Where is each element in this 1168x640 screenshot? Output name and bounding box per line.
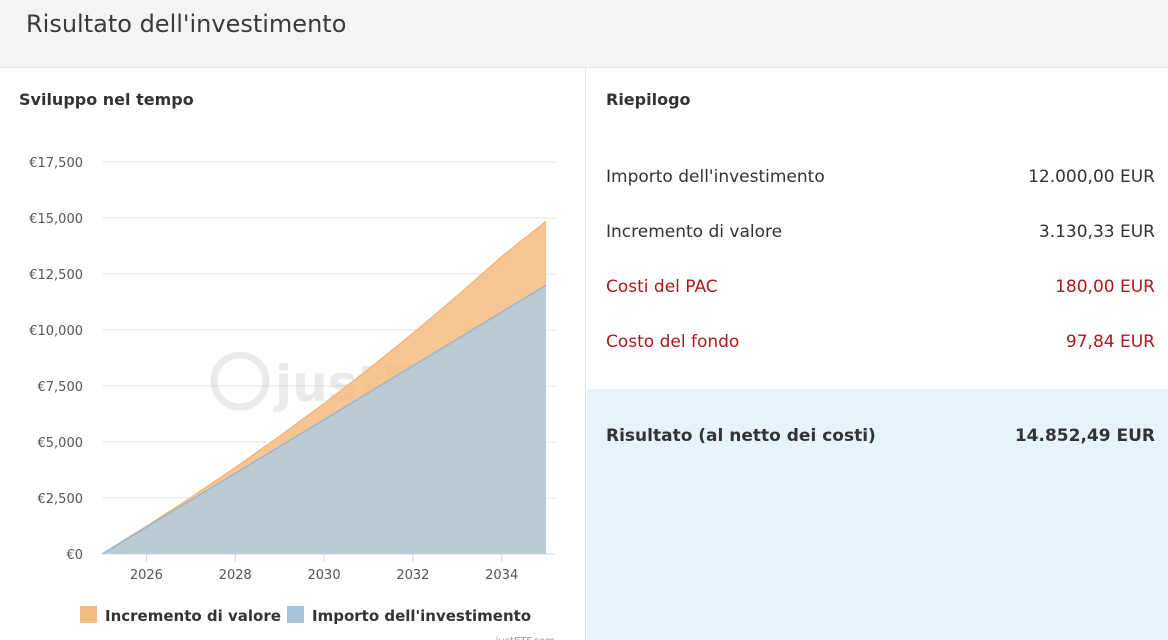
- result-row: Risultato (al netto dei costi) 14.852,49…: [606, 426, 1155, 446]
- pac-costs-label: Costi del PAC: [606, 277, 718, 297]
- y-tick-label: €5,000: [38, 436, 84, 451]
- y-tick-label: €2,500: [38, 492, 84, 507]
- fund-cost-label: Costo del fondo: [606, 332, 740, 352]
- page-title: Risultato dell'investimento: [26, 10, 347, 38]
- legend-label-value-increase: Incremento di valore: [105, 607, 281, 625]
- x-tick-label: 2026: [130, 568, 163, 583]
- x-tick-label: 2028: [219, 568, 252, 583]
- fund-cost-value: 97,84 EUR: [1065, 332, 1155, 352]
- summary-row-investment: Importo dell'investimento 12.000,00 EUR: [606, 167, 1155, 191]
- investment-label: Importo dell'investimento: [606, 167, 825, 187]
- summary-panel: Riepilogo Importo dell'investimento 12.0…: [587, 68, 1168, 640]
- y-tick-label: €17,500: [29, 156, 83, 171]
- chart-credit: justETF.com: [495, 636, 555, 640]
- y-tick-label: €0: [66, 548, 83, 563]
- x-tick-label: 2034: [485, 568, 518, 583]
- summary-panel-title: Riepilogo: [606, 90, 691, 109]
- summary-row-value-increase: Incremento di valore 3.130,33 EUR: [606, 222, 1155, 246]
- legend-label-investment: Importo dell'investimento: [312, 607, 531, 625]
- investment-value: 12.000,00 EUR: [1028, 167, 1155, 187]
- development-chart: €0 €2,500 €5,000 €7,500 €10,000 €12,500 €15,00…: [29, 156, 555, 640]
- y-tick-label: €10,000: [29, 324, 83, 339]
- y-tick-label: €15,000: [29, 212, 83, 227]
- page-header: Risultato dell'investimento: [0, 0, 1168, 68]
- legend-swatch-investment: [287, 606, 304, 623]
- result-value: 14.852,49 EUR: [1014, 426, 1155, 446]
- result-box: Risultato (al netto dei costi) 14.852,49…: [587, 389, 1168, 640]
- x-tick-label: 2030: [308, 568, 341, 583]
- value-increase-label: Incremento di valore: [606, 222, 783, 242]
- chart-panel: Sviluppo nel tempo €0 €2,500 €5,000 €7,500 €…: [0, 68, 586, 640]
- summary-row-fund-cost: Costo del fondo 97,84 EUR: [606, 332, 1155, 356]
- value-increase-value: 3.130,33 EUR: [1038, 222, 1155, 242]
- pac-costs-value: 180,00 EUR: [1055, 277, 1155, 297]
- y-tick-label: €12,500: [29, 268, 83, 283]
- result-label: Risultato (al netto dei costi): [606, 426, 876, 446]
- x-tick-label: 2032: [396, 568, 429, 583]
- legend-swatch-value-increase: [80, 606, 97, 623]
- summary-row-pac-costs: Costi del PAC 180,00 EUR: [606, 277, 1155, 301]
- y-tick-label: €7,500: [38, 380, 84, 395]
- watermark-logo: [210, 351, 270, 411]
